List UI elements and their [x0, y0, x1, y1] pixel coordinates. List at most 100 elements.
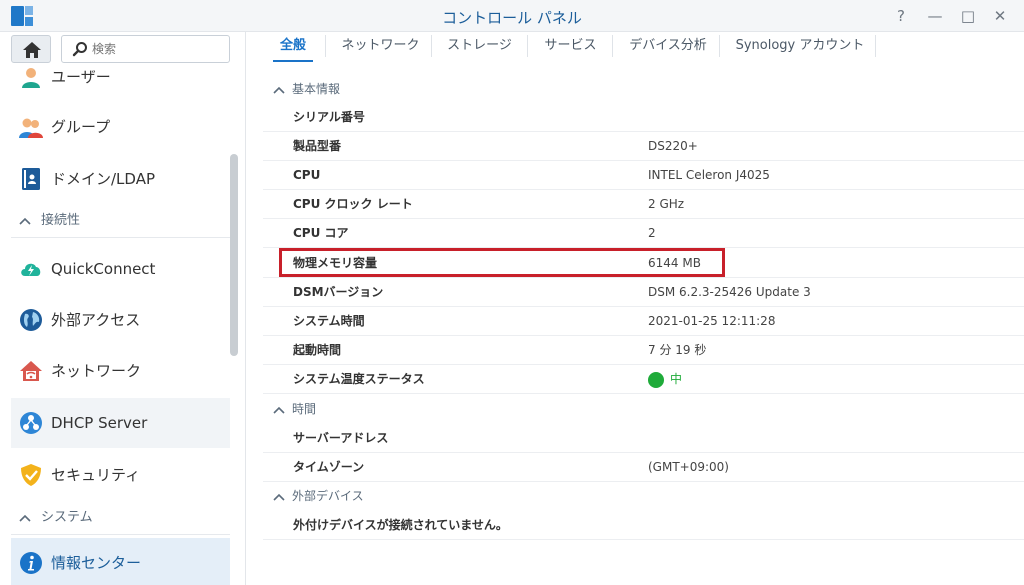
group-title: 外部デバイス — [292, 489, 364, 503]
group-icon — [19, 118, 43, 138]
maximize-button[interactable]: □ — [959, 7, 977, 25]
sidebar-item-quickconnect[interactable]: QuickConnect — [11, 244, 230, 294]
info-label: サーバーアドレス — [293, 431, 389, 445]
title-bar: コントロール パネル ? — □ ✕ — [0, 0, 1024, 32]
info-row: CPU クロック レート 2 GHz — [263, 190, 1024, 219]
sidebar-item-domain-ldap[interactable]: ドメイン/LDAP — [11, 154, 230, 204]
section-connectivity[interactable]: 接続性 — [11, 204, 230, 238]
status-value: 中 — [670, 372, 683, 386]
info-value: 2021-01-25 12:11:28 — [648, 314, 776, 328]
sidebar-item-dhcp-server[interactable]: DHCP Server — [11, 398, 230, 448]
minimize-button[interactable]: — — [926, 7, 944, 25]
help-button[interactable]: ? — [892, 7, 910, 25]
sidebar-item-security[interactable]: セキュリティ — [11, 450, 230, 500]
group-title: 時間 — [292, 402, 317, 416]
info-label: タイムゾーン — [293, 460, 365, 474]
shield-icon — [21, 464, 41, 486]
group-time[interactable]: 時間 — [263, 395, 1024, 424]
sidebar-item-label: ユーザー — [51, 68, 111, 86]
info-icon — [20, 552, 42, 574]
info-row: システム時間 2021-01-25 12:11:28 — [263, 307, 1024, 336]
info-row: DSMバージョン DSM 6.2.3-25426 Update 3 — [263, 278, 1024, 307]
chevron-up-icon — [273, 493, 285, 501]
tab-synology-account[interactable]: Synology アカウント — [725, 32, 875, 62]
sidebar-item-label: QuickConnect — [51, 260, 156, 278]
info-row: システム温度ステータス 中 — [263, 365, 1024, 394]
sidebar: ユーザー グループ ドメイン/LDAP 接続性 QuickConne — [0, 32, 246, 585]
chevron-up-icon — [19, 514, 31, 522]
info-row: 起動時間 7 分 19 秒 — [263, 336, 1024, 365]
group-external-devices[interactable]: 外部デバイス — [263, 482, 1024, 511]
sidebar-item-label: グループ — [51, 118, 111, 136]
info-label: 起動時間 — [293, 343, 342, 357]
tab-separator — [325, 35, 326, 57]
group-title: 基本情報 — [292, 82, 341, 96]
info-row: タイムゾーン (GMT+09:00) — [263, 453, 1024, 482]
group-basic-info[interactable]: 基本情報 — [263, 75, 1024, 104]
sidebar-item-label: セキュリティ — [51, 466, 141, 484]
section-system[interactable]: システム — [11, 501, 230, 535]
info-value: (GMT+09:00) — [648, 460, 729, 474]
dhcp-icon — [20, 412, 42, 434]
sidebar-item-external-access[interactable]: 外部アクセス — [11, 295, 230, 345]
section-label: 接続性 — [41, 213, 81, 228]
chevron-up-icon — [273, 406, 285, 414]
tab-separator — [719, 35, 720, 57]
tab-network[interactable]: ネットワーク — [333, 32, 428, 62]
info-value: DSM 6.2.3-25426 Update 3 — [648, 285, 811, 299]
window-title: コントロール パネル — [442, 9, 582, 27]
section-label: システム — [41, 510, 93, 525]
directory-icon — [22, 168, 40, 190]
quickconnect-icon — [21, 263, 41, 276]
sidebar-item-label: ドメイン/LDAP — [51, 170, 156, 188]
info-row: 外付けデバイスが接続されていません。 — [263, 511, 1024, 540]
tab-separator — [431, 35, 432, 57]
info-value: INTEL Celeron J4025 — [648, 168, 770, 182]
info-row: 製品型番 DS220+ — [263, 132, 1024, 161]
tab-services[interactable]: サービス — [533, 32, 608, 62]
sidebar-item-network[interactable]: ネットワーク — [11, 346, 230, 396]
chevron-up-icon — [19, 217, 31, 225]
divider — [11, 237, 230, 238]
info-row: シリアル番号 — [263, 103, 1024, 132]
info-label: システム時間 — [293, 314, 365, 328]
info-row: サーバーアドレス — [263, 424, 1024, 453]
info-label: シリアル番号 — [293, 110, 365, 124]
tab-separator — [527, 35, 528, 57]
sidebar-item-label: ネットワーク — [51, 362, 142, 380]
tab-separator — [612, 35, 613, 57]
sidebar-item-label: 外部アクセス — [51, 311, 141, 329]
divider — [11, 534, 230, 535]
info-label: 製品型番 — [293, 139, 342, 153]
chevron-up-icon — [273, 86, 285, 94]
info-value: DS220+ — [648, 139, 698, 153]
memory-highlight-box — [279, 248, 725, 277]
info-label: CPU — [293, 168, 321, 182]
sidebar-scrollbar[interactable] — [230, 154, 238, 356]
info-label: CPU コア — [293, 226, 349, 240]
info-value: 2 GHz — [648, 197, 685, 211]
info-label: CPU クロック レート — [293, 197, 413, 211]
info-value: 2 — [648, 226, 656, 240]
status-dot-icon — [648, 372, 664, 388]
tab-bar: 全般 ネットワーク ストレージ サービス デバイス分析 Synology アカウ… — [263, 32, 1024, 62]
globe-icon — [20, 309, 42, 331]
tab-general[interactable]: 全般 — [273, 32, 313, 62]
tab-separator — [875, 35, 876, 57]
sidebar-item-label: DHCP Server — [51, 414, 148, 432]
user-icon — [22, 68, 40, 88]
info-label: DSMバージョン — [293, 285, 384, 299]
info-value: 7 分 19 秒 — [648, 343, 707, 357]
tab-device-analytics[interactable]: デバイス分析 — [618, 32, 718, 62]
tab-storage[interactable]: ストレージ — [437, 32, 522, 62]
sidebar-item-group[interactable]: グループ — [11, 102, 230, 152]
sidebar-item-info-center[interactable]: 情報センター — [11, 538, 230, 585]
info-row: CPU コア 2 — [263, 219, 1024, 248]
info-label: システム温度ステータス — [293, 372, 425, 386]
info-row: CPU INTEL Celeron J4025 — [263, 161, 1024, 190]
sidebar-item-label: 情報センター — [51, 554, 142, 572]
sidebar-item-user[interactable]: ユーザー — [11, 52, 230, 102]
close-button[interactable]: ✕ — [991, 7, 1009, 25]
external-devices-message: 外付けデバイスが接続されていません。 — [293, 518, 508, 532]
network-house-icon — [20, 361, 42, 381]
